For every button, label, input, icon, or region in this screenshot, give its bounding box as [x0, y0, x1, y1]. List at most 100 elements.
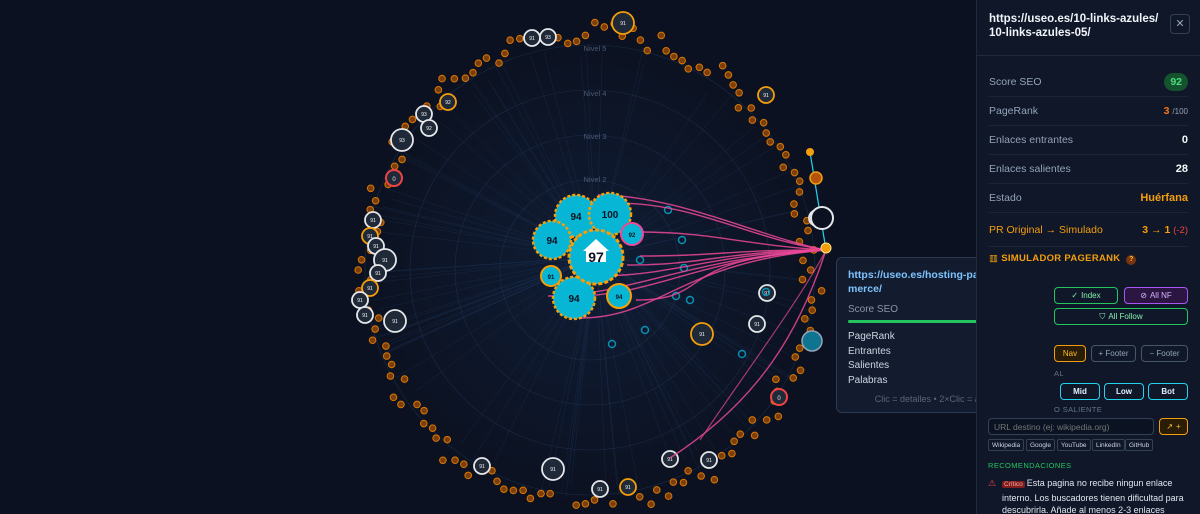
graph-node-label[interactable]: 91 — [550, 467, 556, 473]
graph-node[interactable] — [728, 449, 736, 458]
graph-node-label[interactable]: 91 — [763, 93, 769, 99]
graph-node[interactable] — [710, 475, 719, 484]
graph-node[interactable] — [526, 494, 535, 503]
graph-node[interactable] — [747, 104, 756, 112]
graph-node[interactable] — [482, 54, 491, 62]
graph-node[interactable] — [799, 256, 807, 265]
mid-button[interactable]: Mid — [1060, 383, 1100, 400]
graph-node-label[interactable]: 91 — [367, 286, 373, 292]
graph-node[interactable] — [679, 478, 688, 487]
graph-node[interactable] — [670, 52, 678, 61]
all-follow-button[interactable]: ⛉ All Follow — [1054, 308, 1188, 325]
graph-node[interactable] — [684, 467, 692, 475]
graph-node[interactable] — [647, 500, 655, 509]
graph-node[interactable] — [581, 31, 590, 40]
graph-node[interactable] — [374, 314, 383, 322]
graph-node[interactable] — [371, 196, 380, 205]
graph-node-label[interactable]: 91 — [362, 313, 368, 319]
graph-node-label[interactable]: 93 — [421, 112, 427, 118]
chip-youtube[interactable]: YouTube — [1057, 439, 1091, 451]
graph-node[interactable] — [762, 416, 771, 424]
graph-node[interactable] — [461, 74, 470, 82]
graph-node[interactable] — [750, 431, 759, 440]
graph-node[interactable] — [808, 306, 816, 315]
graph-node[interactable] — [509, 486, 518, 495]
graph-node[interactable] — [796, 366, 805, 375]
add-external-link-button[interactable]: ↗ + — [1159, 418, 1188, 435]
graph-node[interactable] — [460, 460, 468, 469]
graph-node[interactable] — [643, 46, 652, 55]
graph-node[interactable] — [581, 500, 590, 508]
graph-node[interactable] — [790, 200, 798, 208]
graph-node[interactable] — [718, 61, 727, 70]
graph-node[interactable] — [590, 496, 599, 504]
graph-node[interactable] — [438, 74, 446, 83]
graph-node[interactable] — [806, 148, 814, 156]
graph-node[interactable] — [354, 266, 362, 274]
graph-node[interactable] — [795, 177, 804, 185]
chip-google[interactable]: Google — [1026, 439, 1055, 451]
graph-node-label[interactable]: 91 — [529, 36, 535, 42]
link-graph-canvas[interactable]: Nivel 5 Nivel 4 Nivel 3 Nivel 2 91 93 91 93… — [0, 0, 975, 514]
graph-node[interactable] — [371, 325, 379, 333]
graph-node-label[interactable]: 91 — [382, 258, 388, 264]
graph-node[interactable] — [795, 188, 804, 196]
graph-node[interactable] — [795, 344, 804, 352]
graph-node[interactable] — [382, 352, 391, 360]
graph-node[interactable] — [390, 162, 399, 171]
graph-node[interactable] — [474, 59, 483, 67]
all-nofollow-button[interactable]: ⊘ All NF — [1124, 287, 1188, 304]
graph-node[interactable] — [420, 406, 428, 415]
graph-node[interactable] — [546, 489, 554, 498]
graph-node-label[interactable]: 91 — [625, 485, 631, 491]
graph-node[interactable] — [368, 336, 377, 345]
graph-node[interactable] — [591, 18, 599, 27]
graph-node-label[interactable]: 92 — [426, 126, 432, 132]
graph-node[interactable] — [450, 74, 459, 83]
bot-button[interactable]: Bot — [1148, 383, 1188, 400]
graph-node[interactable] — [748, 416, 757, 424]
graph-node-label[interactable]: 91 — [620, 21, 626, 27]
graph-node[interactable] — [734, 104, 743, 112]
graph-node[interactable] — [506, 36, 514, 44]
graph-node[interactable] — [790, 168, 799, 177]
graph-node[interactable] — [537, 489, 545, 498]
low-button[interactable]: Low — [1104, 383, 1144, 400]
graph-node[interactable] — [495, 59, 503, 67]
graph-node[interactable] — [729, 81, 737, 89]
graph-node[interactable] — [804, 226, 812, 235]
graph-node[interactable] — [759, 118, 768, 127]
graph-node[interactable] — [669, 478, 678, 486]
graph-node[interactable] — [817, 287, 826, 295]
graph-node[interactable] — [782, 150, 790, 159]
graph-node[interactable] — [762, 129, 771, 137]
remove-footer-button[interactable]: − Footer — [1141, 345, 1188, 362]
graph-node[interactable] — [735, 88, 743, 97]
graph-node[interactable] — [451, 456, 459, 465]
destination-url-input[interactable] — [988, 418, 1154, 435]
help-icon[interactable]: ? — [1126, 255, 1137, 265]
graph-node[interactable] — [703, 68, 711, 77]
graph-node[interactable] — [809, 171, 823, 185]
graph-node[interactable] — [697, 472, 705, 480]
graph-node[interactable] — [664, 492, 673, 500]
graph-node[interactable] — [736, 430, 745, 438]
graph-node[interactable] — [398, 155, 406, 164]
link-graph-svg[interactable]: Nivel 5 Nivel 4 Nivel 3 Nivel 2 91 93 91 93… — [0, 0, 975, 514]
graph-node[interactable] — [807, 296, 816, 304]
graph-node-label[interactable]: 91 — [479, 464, 485, 470]
graph-node[interactable] — [774, 412, 783, 421]
graph-node[interactable] — [413, 400, 421, 409]
graph-node[interactable] — [493, 477, 501, 486]
graph-node[interactable] — [772, 375, 780, 384]
graph-node-label[interactable]: 92 — [445, 100, 451, 106]
graph-node[interactable] — [636, 36, 645, 44]
graph-node[interactable] — [443, 435, 452, 444]
graph-node[interactable] — [387, 360, 396, 369]
graph-node[interactable] — [652, 486, 661, 494]
graph-node[interactable] — [389, 393, 398, 402]
graph-node[interactable] — [635, 493, 644, 501]
graph-node[interactable] — [766, 138, 774, 146]
graph-node[interactable] — [563, 39, 572, 48]
graph-node[interactable] — [382, 342, 390, 350]
